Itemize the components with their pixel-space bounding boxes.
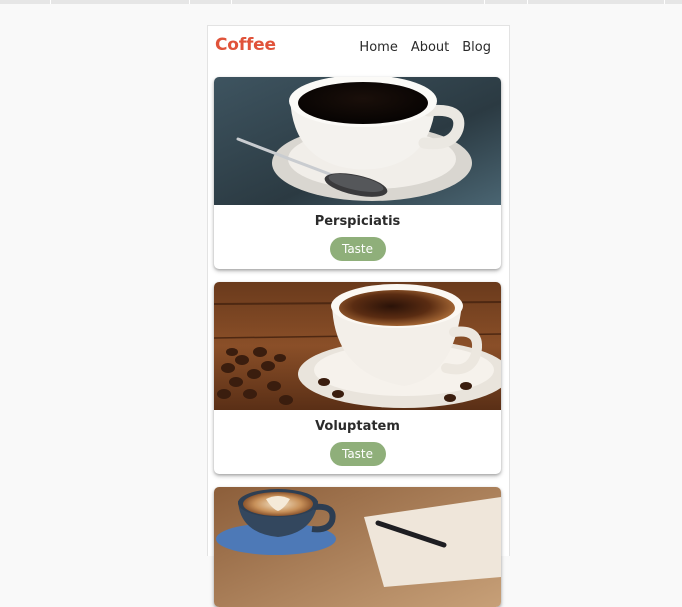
black-coffee-cup-image xyxy=(214,77,501,205)
card-title: Perspiciatis xyxy=(314,214,401,229)
main-nav: Home About Blog xyxy=(359,40,491,55)
coffee-card xyxy=(214,487,501,607)
coffee-with-beans-image xyxy=(214,282,501,410)
site-header: Coffee Home About Blog xyxy=(208,26,509,70)
nav-blog-link[interactable]: Blog xyxy=(462,40,491,55)
mobile-page: Coffee Home About Blog Perspiciatis Tast… xyxy=(207,25,510,607)
taste-button[interactable]: Taste xyxy=(329,442,386,466)
latte-art-image xyxy=(214,487,501,607)
taste-button[interactable]: Taste xyxy=(329,237,386,261)
coffee-card: Voluptatem Taste xyxy=(214,282,501,474)
card-title: Voluptatem xyxy=(315,419,400,434)
brand-logo[interactable]: Coffee xyxy=(215,35,276,55)
coffee-card: Perspiciatis Taste xyxy=(214,77,501,269)
nav-home-link[interactable]: Home xyxy=(359,40,397,55)
browser-top-strip xyxy=(0,0,682,4)
nav-about-link[interactable]: About xyxy=(411,40,449,55)
